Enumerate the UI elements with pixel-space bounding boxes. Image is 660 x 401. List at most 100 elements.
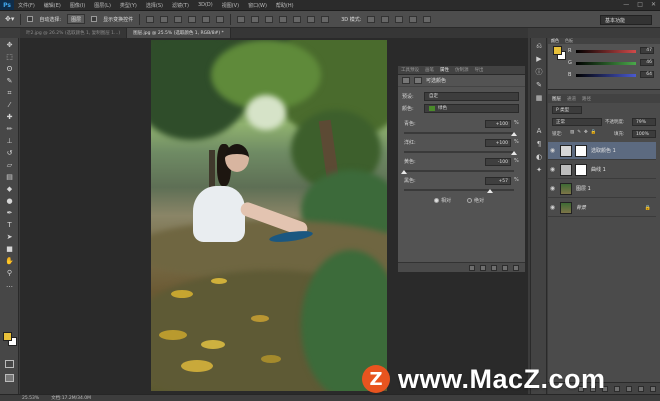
eyedropper-icon[interactable]: ⁄ — [4, 101, 15, 110]
reset-icon[interactable] — [491, 264, 497, 271]
yellow-slider[interactable] — [404, 170, 514, 172]
tab-properties[interactable]: 属性 — [440, 67, 449, 73]
gradient-icon[interactable]: ▤ — [4, 173, 15, 182]
tab-color[interactable]: 颜色 — [551, 38, 559, 44]
radio-absolute[interactable] — [467, 198, 473, 203]
eye-icon[interactable]: ◉ — [548, 166, 557, 173]
black-slider[interactable] — [404, 189, 514, 191]
pen-icon[interactable]: ✒ — [4, 209, 15, 218]
align-left-icon[interactable] — [188, 15, 197, 23]
colors-dropdown[interactable]: 绿色 — [424, 103, 519, 113]
3d-rotate-icon[interactable] — [367, 15, 376, 23]
zoom-level[interactable]: 25.53% — [22, 396, 39, 401]
tab-export[interactable]: 导出 — [475, 67, 484, 73]
channel-r-value[interactable]: 47 — [640, 47, 654, 54]
view-previous-icon[interactable] — [480, 264, 486, 271]
brush-icon[interactable]: ✏ — [4, 125, 15, 134]
visibility-icon[interactable] — [502, 264, 508, 271]
tab-paths[interactable]: 路径 — [582, 96, 591, 102]
channel-b-value[interactable]: 64 — [640, 71, 654, 78]
layer-row[interactable]: ◉ 背景 🔒 — [548, 199, 656, 217]
document-tab-1[interactable]: 叶2.jpg @ 26.2% (选取颜色 1, 复制图层 1...) — [20, 28, 128, 38]
styles-icon[interactable]: ✦ — [534, 166, 544, 175]
yellow-value[interactable]: -100 — [485, 158, 511, 166]
menu-3d[interactable]: 3D(D) — [198, 2, 213, 8]
layer-row[interactable]: ◉ 选取颜色 1 — [548, 142, 656, 160]
maximize-icon[interactable]: □ — [637, 1, 643, 8]
3d-roll-icon[interactable] — [381, 15, 390, 23]
menu-select[interactable]: 选择(S) — [146, 2, 163, 9]
menu-view[interactable]: 视图(V) — [222, 2, 239, 9]
auto-select-checkbox[interactable] — [27, 16, 34, 22]
workspace-switcher[interactable]: 基本功能 — [600, 15, 652, 25]
marquee-icon[interactable]: ⬚ — [4, 53, 15, 62]
eraser-icon[interactable]: ▱ — [4, 161, 15, 170]
adjustments-icon[interactable]: ◐ — [534, 153, 544, 162]
auto-select-dropdown[interactable]: 图层 — [67, 14, 86, 24]
lasso-icon[interactable]: ʘ — [4, 65, 15, 74]
method-absolute[interactable]: 绝对 — [467, 197, 484, 204]
blend-mode-dropdown[interactable]: 正常 — [552, 118, 602, 126]
auto-align-icon[interactable] — [321, 15, 330, 23]
quick-mask-icon[interactable] — [5, 360, 14, 368]
menu-help[interactable]: 帮助(H) — [276, 2, 294, 9]
tab-clone-source[interactable]: 仿制源 — [455, 67, 469, 73]
eye-icon[interactable]: ◉ — [548, 147, 557, 154]
preset-dropdown[interactable]: 自定 — [424, 91, 519, 101]
align-bottom-icon[interactable] — [174, 15, 183, 23]
3d-scale-icon[interactable] — [423, 15, 432, 23]
move-tool-preset-icon[interactable]: ✥▾ — [5, 15, 14, 23]
channel-g-slider[interactable] — [576, 62, 636, 65]
align-middle-icon[interactable] — [160, 15, 169, 23]
screen-mode-icon[interactable] — [5, 374, 14, 382]
align-right-icon[interactable] — [216, 15, 225, 23]
zoom-icon[interactable]: ⚲ — [4, 269, 15, 278]
menu-file[interactable]: 文件(F) — [18, 2, 35, 9]
black-slider-handle[interactable] — [487, 189, 494, 193]
type-icon[interactable]: T — [4, 221, 15, 230]
distribute-center-icon[interactable] — [293, 15, 302, 23]
distribute-top-icon[interactable] — [237, 15, 246, 23]
radio-relative[interactable] — [434, 198, 439, 203]
channel-r-slider[interactable] — [576, 50, 636, 53]
close-icon[interactable]: ✕ — [651, 1, 656, 8]
eye-icon[interactable]: ◉ — [548, 185, 557, 192]
cyan-value[interactable]: +100 — [485, 120, 511, 128]
stamp-icon[interactable]: ⊥ — [4, 137, 15, 146]
channel-b-slider[interactable] — [576, 74, 636, 77]
path-select-icon[interactable]: ➤ — [4, 233, 15, 242]
magenta-slider[interactable] — [404, 151, 514, 153]
fill-field[interactable]: 100% — [632, 130, 656, 138]
more-tools-icon[interactable]: … — [4, 281, 15, 290]
tab-channels[interactable]: 通道 — [567, 96, 576, 102]
menu-image[interactable]: 图像(I) — [70, 2, 85, 9]
align-top-icon[interactable] — [146, 15, 155, 23]
tab-layers[interactable]: 图层 — [552, 96, 561, 102]
layer-kind-filter[interactable]: P 类型 — [552, 106, 582, 114]
menu-filter[interactable]: 滤镜(T) — [172, 2, 189, 9]
move-icon[interactable]: ✥ — [4, 41, 15, 50]
magenta-slider-handle[interactable] — [511, 151, 517, 155]
actions-icon[interactable]: ▶ — [534, 55, 544, 64]
menu-edit[interactable]: 编辑(E) — [44, 2, 61, 9]
document-tab-2[interactable]: 图层.jpg @ 25.5% (选取颜色 1, RGB/8#) * — [127, 28, 231, 38]
character-icon[interactable]: A — [534, 127, 544, 136]
align-center-icon[interactable] — [202, 15, 211, 23]
swatches-icon[interactable]: ▦ — [534, 94, 544, 103]
method-relative[interactable]: 相对 — [434, 197, 451, 204]
healing-icon[interactable]: ✚ — [4, 113, 15, 122]
mask-icon[interactable] — [414, 77, 422, 84]
yellow-slider-handle[interactable] — [401, 170, 407, 174]
eye-icon[interactable]: ◉ — [548, 204, 557, 211]
info-icon[interactable]: ⓘ — [534, 68, 544, 77]
cyan-slider[interactable] — [404, 132, 514, 134]
foreground-color-chip[interactable] — [553, 46, 562, 55]
menu-window[interactable]: 窗口(W) — [248, 2, 267, 9]
history-brush-icon[interactable]: ↺ — [4, 149, 15, 158]
hand-icon[interactable]: ✋ — [4, 257, 15, 266]
delete-icon[interactable] — [513, 264, 519, 271]
quick-select-icon[interactable]: ✎ — [4, 77, 15, 86]
distribute-middle-icon[interactable] — [251, 15, 260, 23]
distribute-left-icon[interactable] — [279, 15, 288, 23]
tab-tool-presets[interactable]: 工具预设 — [401, 67, 419, 73]
